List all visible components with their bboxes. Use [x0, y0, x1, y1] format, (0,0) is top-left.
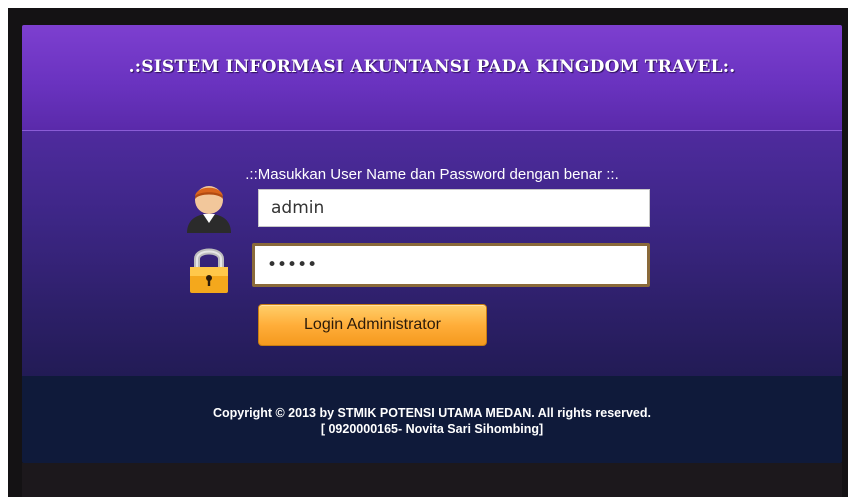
author-line: [ 0920000165- Novita Sari Sihombing]	[320, 422, 544, 436]
login-button[interactable]: Login Administrator	[258, 304, 487, 346]
padlock-icon	[190, 248, 228, 293]
bottom-strip	[22, 463, 842, 497]
page-title: .:SISTEM INFORMASI AKUNTANSI PADA KINGDO…	[128, 57, 736, 77]
copyright-line: Copyright © 2013 by STMIK POTENSI UTAMA …	[213, 406, 651, 420]
user-avatar-icon	[187, 186, 231, 233]
footer: Copyright © 2013 by STMIK POTENSI UTAMA …	[22, 376, 842, 463]
header: .:SISTEM INFORMASI AKUNTANSI PADA KINGDO…	[22, 25, 842, 131]
copyright-text: Copyright © 2013 by STMIK POTENSI UTAMA …	[22, 405, 842, 437]
password-input[interactable]	[252, 243, 650, 287]
login-instruction: .::Masukkan User Name dan Password denga…	[245, 166, 619, 183]
login-panel: .:SISTEM INFORMASI AKUNTANSI PADA KINGDO…	[22, 25, 842, 463]
login-form: .::Masukkan User Name dan Password denga…	[22, 131, 842, 376]
username-input[interactable]	[258, 189, 650, 227]
